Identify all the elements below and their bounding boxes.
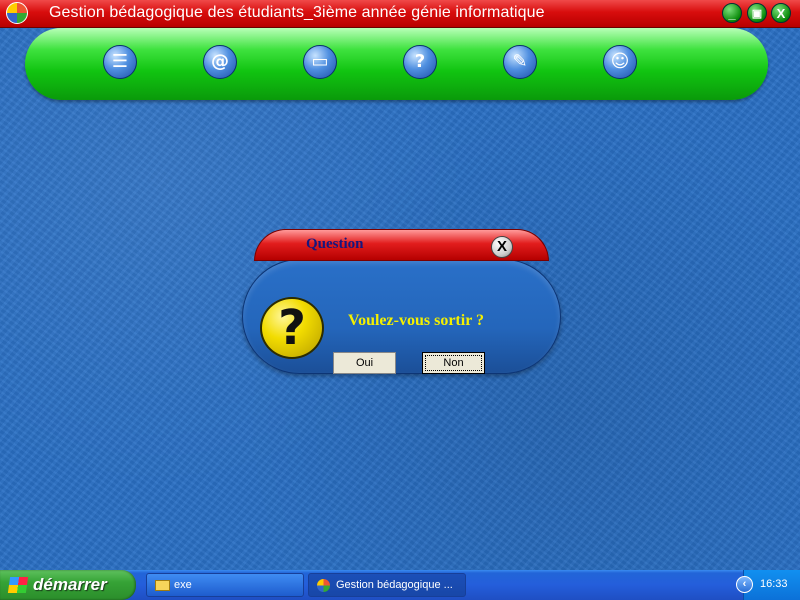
dialog-message: Voulez-vous sortir ?	[348, 312, 484, 329]
main-toolbar: ☰ @ ▭ ? ✎ ☺	[25, 28, 768, 100]
close-button[interactable]: X	[771, 3, 791, 23]
tools-icon[interactable]: ✎	[503, 45, 537, 79]
window-title: Gestion bédagogique des étudiants_3ième …	[49, 4, 545, 21]
start-button[interactable]: démarrer	[0, 570, 136, 600]
title-bar[interactable]: Gestion bédagogique des étudiants_3ième …	[0, 0, 800, 28]
dialog-body: ? Voulez-vous sortir ? Oui Non	[242, 259, 561, 374]
folder-icon	[155, 580, 170, 591]
restore-button[interactable]: ▣	[747, 3, 767, 23]
clock[interactable]: 16:33	[760, 578, 788, 590]
dialog-title: Question	[306, 236, 364, 252]
minimize-button[interactable]: _	[722, 3, 742, 23]
windows-logo-icon	[7, 577, 29, 593]
system-tray: ‹ 16:33	[736, 570, 800, 600]
task-label: exe	[174, 579, 192, 591]
task-label: Gestion bédagogique ...	[336, 579, 453, 591]
app-icon[interactable]	[6, 2, 28, 24]
computer-icon[interactable]: ▭	[303, 45, 337, 79]
dialog-header[interactable]: Question X	[254, 229, 549, 261]
start-label: démarrer	[33, 575, 107, 594]
question-icon: ?	[260, 297, 324, 359]
task-exe[interactable]: exe	[146, 573, 304, 597]
app-icon	[317, 579, 330, 592]
no-button[interactable]: Non	[422, 352, 485, 374]
dialog-close-button[interactable]: X	[491, 236, 513, 258]
yes-button[interactable]: Oui	[333, 352, 396, 374]
help-icon[interactable]: ?	[403, 45, 437, 79]
task-gestion[interactable]: Gestion bédagogique ...	[308, 573, 466, 597]
taskbar: démarrer exe Gestion bédagogique ... ‹ 1…	[0, 570, 800, 600]
search-icon[interactable]: @	[203, 45, 237, 79]
exit-dialog: ? Voulez-vous sortir ? Oui Non Question …	[242, 229, 561, 374]
chevron-left-icon[interactable]: ‹	[736, 576, 753, 593]
students-icon[interactable]: ☰	[103, 45, 137, 79]
users-icon[interactable]: ☺	[603, 45, 637, 79]
